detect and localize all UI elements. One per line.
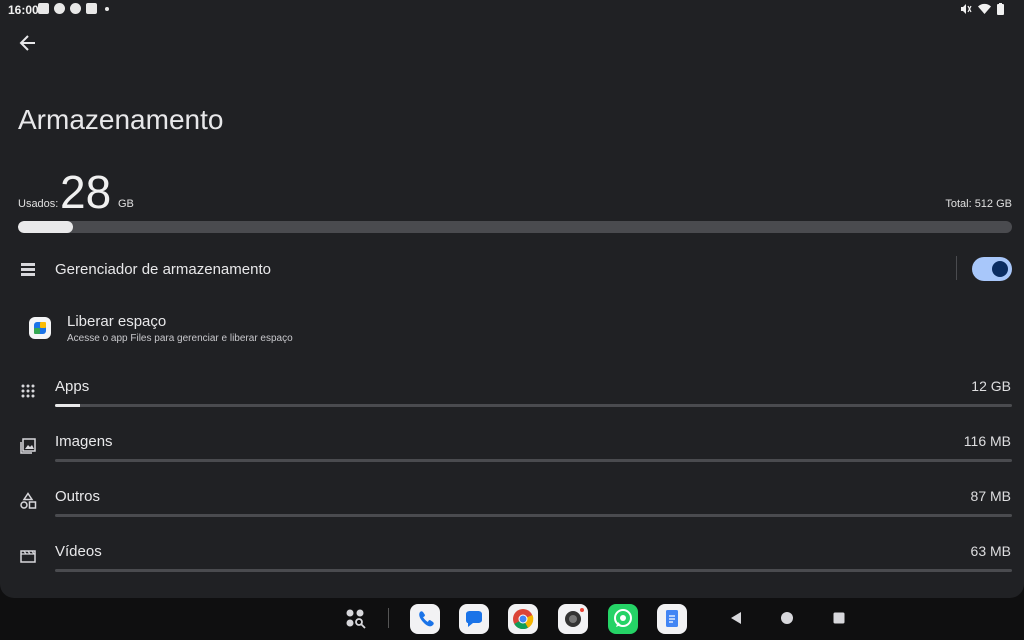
system-icons (960, 3, 1004, 15)
storage-list-icon (21, 263, 35, 276)
category-usage-bar (55, 514, 1012, 517)
used-value: 28 (60, 166, 112, 218)
free-space-subtitle: Acesse o app Files para gerenciar e libe… (67, 333, 293, 344)
category-label: Outros (55, 488, 101, 505)
image-icon (20, 438, 36, 454)
files-app-icon (29, 317, 51, 339)
category-row-apps[interactable]: Apps 12 GB (0, 370, 1024, 414)
category-size: 12 GB (971, 378, 1011, 394)
category-usage-bar (55, 404, 1012, 407)
category-usage-fill (55, 404, 80, 407)
battery-icon (997, 3, 1004, 15)
mute-icon (961, 4, 972, 14)
chrome-icon[interactable] (508, 604, 538, 634)
wifi-icon (978, 3, 991, 14)
free-space-title: Liberar espaço (67, 313, 167, 330)
messages-icon[interactable] (459, 604, 489, 634)
whatsapp-icon (70, 3, 81, 14)
page-title: Armazenamento (18, 104, 224, 135)
app-drawer-icon[interactable] (344, 607, 368, 631)
status-time: 16:00 (8, 3, 39, 17)
toggle-knob (992, 261, 1008, 277)
storage-usage-fill (18, 221, 73, 233)
apps-grid-icon (21, 384, 35, 398)
storage-manager-label: Gerenciador de armazenamento (55, 261, 271, 278)
toggle-divider (956, 256, 957, 280)
recents-nav-icon[interactable] (832, 611, 846, 625)
settings-screen: 16:00 Armazenamento Usados: 28 GB Total:… (0, 0, 1024, 598)
youtube-icon (86, 3, 97, 14)
whatsapp-icon[interactable] (608, 604, 638, 634)
mail-icon (38, 3, 49, 14)
taskbar-separator (388, 608, 389, 628)
used-label: Usados: (18, 198, 59, 210)
phone-icon[interactable] (410, 604, 440, 634)
category-usage-bar (55, 459, 1012, 462)
notification-icons (38, 3, 109, 14)
back-nav-icon[interactable] (729, 611, 743, 625)
docs-icon[interactable] (657, 604, 687, 634)
status-bar: 16:00 (0, 0, 1024, 20)
shapes-icon (20, 492, 37, 509)
category-size: 116 MB (963, 433, 1011, 449)
category-label: Apps (55, 378, 90, 395)
camera-icon[interactable] (558, 604, 588, 634)
category-label: Imagens (55, 433, 113, 450)
home-nav-icon[interactable] (780, 611, 794, 625)
storage-manager-toggle[interactable] (972, 257, 1012, 281)
category-label: Vídeos (55, 543, 102, 560)
category-row-others[interactable]: Outros 87 MB (0, 480, 1024, 524)
category-size: 63 MB (970, 543, 1011, 559)
category-row-images[interactable]: Imagens 116 MB (0, 425, 1024, 469)
arrow-back-icon[interactable] (17, 32, 39, 54)
storage-manager-row[interactable]: Gerenciador de armazenamento (0, 250, 1024, 288)
storage-usage-bar (18, 221, 1012, 233)
category-size: 87 MB (970, 488, 1011, 504)
whatsapp-icon (54, 3, 65, 14)
category-usage-bar (55, 569, 1012, 572)
dot-icon (105, 6, 109, 11)
category-row-videos[interactable]: Vídeos 63 MB (0, 535, 1024, 579)
video-icon (20, 550, 36, 563)
total-storage: Total: 512 GB (945, 198, 1012, 210)
used-unit: GB (118, 198, 134, 210)
